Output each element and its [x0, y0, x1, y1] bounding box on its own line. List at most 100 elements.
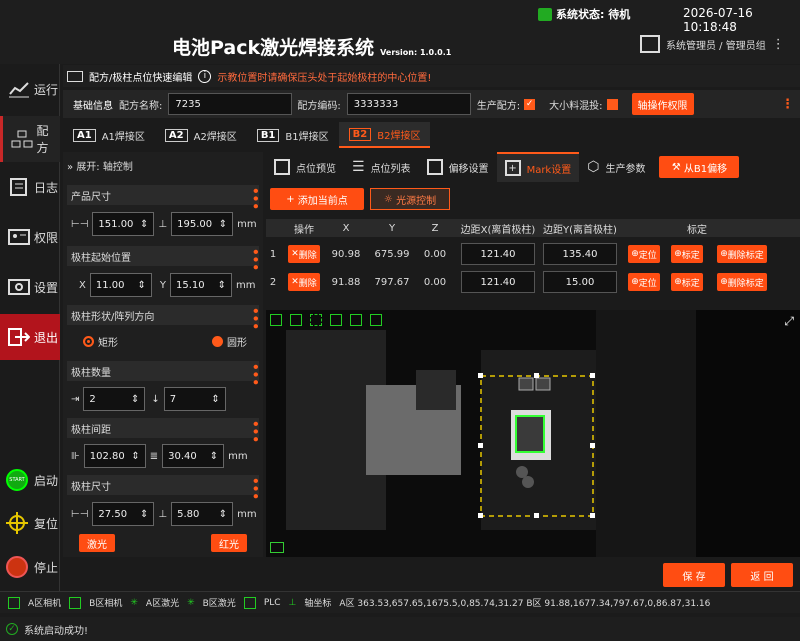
target-icon: ⊕ [720, 277, 728, 287]
more-vertical-icon[interactable]: ••• [248, 248, 262, 271]
chart-icon [9, 82, 29, 98]
start-control[interactable]: START 启动 [6, 469, 58, 491]
h-spacing-icon: ⊪ [71, 450, 80, 462]
zone-a1[interactable]: A1 A1焊接区 [63, 122, 155, 148]
target-icon: ⊕ [631, 249, 639, 259]
recipe-code-input[interactable]: 3333333 [346, 93, 471, 115]
table-row: 1 ✕ 删除 90.98 675.99 0.00 121.40 135.40 ⊕ 定… [266, 240, 800, 268]
tab-production[interactable]: ⬡ 生产参数 [579, 152, 653, 182]
more-vertical-icon[interactable]: ••• [248, 363, 262, 386]
more-vertical-icon[interactable]: ⋮ [772, 37, 785, 52]
start-position-row: X 11.00 ⇕ Y 15.10 ⇕ mm [71, 273, 255, 297]
expand-axis-control[interactable]: » 展开: 轴控制 [67, 158, 133, 173]
sidebar-item-log[interactable]: 日志 [0, 164, 60, 210]
calibrate-button[interactable]: ⊕ 标定 [671, 273, 703, 291]
section-start-position: 极柱起始位置 ••• [67, 246, 262, 271]
circle-radio[interactable] [212, 336, 223, 347]
record-icon[interactable] [290, 314, 302, 326]
tab-point-list[interactable]: ☰ 点位列表 [344, 152, 419, 182]
axis-permission-button[interactable]: 轴操作权限 [631, 93, 694, 115]
light-control-button[interactable]: ☼ 光源控制 [370, 188, 450, 210]
camera-icon[interactable] [270, 314, 282, 326]
sidebar-item-recipe[interactable]: 配方 [0, 116, 60, 162]
width-icon: ⊢⊣ [71, 218, 89, 230]
spacing-y-input[interactable]: 30.40 ⇕ [162, 444, 225, 468]
start-x-input[interactable]: 11.00 ⇕ [89, 273, 152, 297]
camera-icon [69, 596, 82, 609]
production-checkbox[interactable]: ✓ [524, 98, 536, 110]
margin-x-input[interactable]: 121.40 [461, 271, 535, 293]
status-message: 系统启动成功! [24, 625, 89, 637]
red-light-button[interactable]: 红光 [211, 534, 247, 552]
add-point-button[interactable]: + 添加当前点 [270, 188, 364, 210]
save-button[interactable]: 保 存 [663, 563, 725, 587]
sidebar-item-run[interactable]: 运行 [0, 66, 60, 112]
crop-icon[interactable] [310, 314, 322, 326]
offset-from-b1-button[interactable]: ⚒ 从B1偏移 [659, 156, 740, 178]
more-vertical-icon[interactable]: ••• [248, 477, 262, 500]
preview-icon [274, 159, 290, 175]
locate-button[interactable]: ⊕ 定位 [628, 245, 660, 263]
pole-size-row: ⊢⊣ 27.50 ⇕ ⊥ 5.80 ⇕ mm [71, 502, 257, 526]
more-vertical-icon[interactable]: ••• [248, 187, 262, 210]
reset-control[interactable]: 复位 [6, 512, 58, 534]
stop-control[interactable]: 停止 [6, 556, 58, 578]
camera-view[interactable]: ⤢ [266, 310, 800, 557]
margin-y-input[interactable]: 15.00 [543, 271, 617, 293]
delete-calibration-button[interactable]: ⊕ 删除标定 [717, 273, 767, 291]
sidebar-item-exit[interactable]: 退出 [0, 314, 60, 360]
mix-checkbox[interactable] [606, 98, 618, 110]
terminal-icon[interactable] [270, 542, 284, 553]
device-status-bar: A区相机 B区相机 ✳ A区激光 ✳ B区激光 PLC ⊥ 轴坐标 A区 363.53… [0, 591, 800, 613]
product-width-input[interactable]: 151.00 ⇕ [92, 212, 155, 236]
double-chevron-icon: » [67, 162, 74, 173]
spacing-x-input[interactable]: 102.80 ⇕ [83, 444, 146, 468]
zoom-icon[interactable] [330, 314, 342, 326]
margin-y-input[interactable]: 135.40 [543, 243, 617, 265]
user-menu[interactable]: 系统管理员 / 管理员组 ⋮ [640, 35, 785, 53]
locate-button[interactable]: ⊕ 定位 [628, 273, 660, 291]
rect-radio[interactable] [83, 336, 94, 347]
calibrate-button[interactable]: ⊕ 标定 [671, 245, 703, 263]
pole-width-input[interactable]: 27.50 ⇕ [92, 502, 155, 526]
start-icon: START [6, 469, 28, 491]
focus-icon[interactable] [350, 314, 362, 326]
count-y-input[interactable]: 7 ⇕ [163, 387, 226, 411]
back-button[interactable]: 返 回 [731, 563, 793, 587]
spin-icon: ⇕ [218, 508, 228, 520]
check-icon: ✓ [6, 623, 18, 635]
laser-button[interactable]: 激光 [79, 534, 115, 552]
margin-x-input[interactable]: 121.40 [461, 243, 535, 265]
camera-icon [8, 596, 20, 609]
count-x-input[interactable]: 2 ⇕ [83, 387, 146, 411]
spin-icon: ⇕ [131, 450, 140, 462]
delete-calibration-button[interactable]: ⊕ 删除标定 [717, 245, 767, 263]
fullscreen-icon[interactable]: ⤢ [784, 314, 794, 329]
section-count: 极柱数量 ••• [67, 361, 262, 386]
sidebar-item-settings[interactable]: 设置 [0, 264, 60, 310]
tab-mark[interactable]: + Mark设置 [496, 152, 580, 182]
close-icon: ✕ [291, 277, 299, 287]
zone-b1[interactable]: B1 B1焊接区 [247, 122, 339, 148]
zone-b2[interactable]: B2 B2焊接区 [338, 122, 431, 148]
start-y-input[interactable]: 15.10 ⇕ [169, 273, 232, 297]
delete-button[interactable]: ✕ 删除 [288, 273, 320, 291]
pole-height-input[interactable]: 5.80 ⇕ [171, 502, 234, 526]
spin-icon: ⇕ [140, 218, 149, 230]
sidebar-item-permission[interactable]: 权限 [0, 214, 60, 260]
zone-a2[interactable]: A2 A2焊接区 [155, 122, 247, 148]
spin-icon: ⇕ [218, 218, 228, 230]
more-vertical-icon[interactable]: ••• [248, 420, 262, 443]
fit-icon[interactable] [370, 314, 382, 326]
tab-point-preview[interactable]: 点位预览 [266, 152, 344, 182]
more-vertical-icon[interactable]: ⋮ [781, 97, 794, 112]
tab-offset[interactable]: 偏移设置 [419, 152, 497, 182]
table-row: 2 ✕ 删除 91.88 797.67 0.00 121.40 15.00 ⊕ 定位… [266, 268, 800, 296]
delete-button[interactable]: ✕ 删除 [288, 245, 320, 263]
more-vertical-icon[interactable]: ••• [248, 307, 262, 330]
spin-icon: ⇕ [131, 393, 140, 405]
spacing-row: ⊪ 102.80 ⇕ ≣ 30.40 ⇕ mm [71, 444, 248, 468]
arrow-down-icon: ↓ [151, 393, 160, 405]
recipe-name-input[interactable]: 7235 [168, 93, 293, 115]
product-height-input[interactable]: 195.00 ⇕ [171, 212, 234, 236]
